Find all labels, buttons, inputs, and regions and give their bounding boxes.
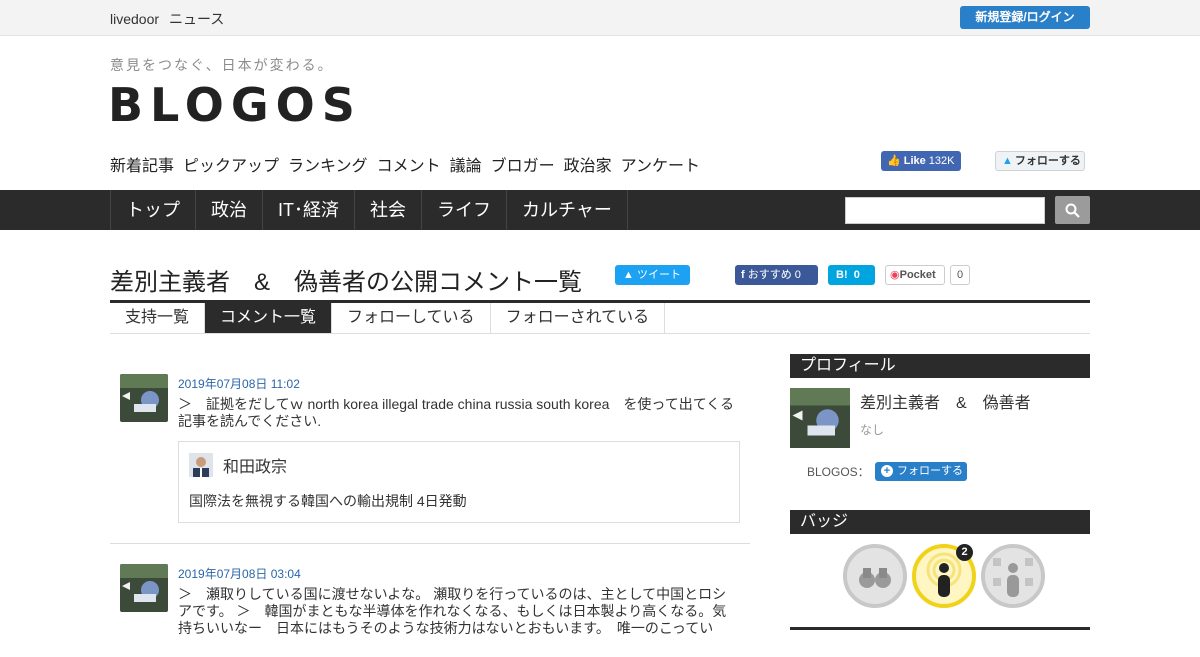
facebook-like-button[interactable]: 👍 Like 132K: [881, 151, 961, 171]
signup-login-button[interactable]: 新規登録/ログイン: [960, 6, 1090, 29]
sidebar: プロフィール 差別主義者 & 偽善者 なし BLOGOS： + フォローする バッ…: [790, 354, 1090, 634]
brand-livedoor: livedoor: [110, 11, 160, 27]
subnav-ranking[interactable]: ランキング: [288, 152, 368, 176]
facebook-recommend-button[interactable]: f おすすめ 0: [735, 265, 818, 285]
twitter-follow-button[interactable]: ▲ フォローする: [995, 151, 1085, 171]
tab-supports[interactable]: 支持一覧: [110, 303, 206, 333]
sub-navigation: 新着記事 ピックアップ ランキング コメント 議論 ブロガー 政治家 アンケート: [110, 152, 700, 176]
tab-following[interactable]: フォローしている: [332, 303, 491, 333]
hatena-label: B!: [836, 269, 848, 281]
profile-name: 差別主義者 & 偽善者: [860, 395, 1031, 412]
search-icon: [1065, 203, 1080, 218]
fb-recommend-label: おすすめ: [747, 269, 792, 281]
title-row: 差別主義者 & 偽善者の公開コメント一覧 ▲ ツイート f おすすめ 0 B! …: [0, 230, 1200, 303]
comment-text: ＞ 瀬取りしている国に渡せないよな。 瀬取りを行っているのは、主として中国とロシ…: [178, 586, 727, 636]
search-input[interactable]: [845, 197, 1045, 224]
comment-date[interactable]: 2019年07月08日 03:04: [178, 564, 750, 584]
nav-politics[interactable]: 政治: [196, 190, 263, 230]
fb-like-count: 132K: [928, 155, 955, 167]
comment-list: 2019年07月08日 11:02 ＞ 証拠をだしてｗ north korea …: [110, 354, 750, 657]
profile-description: なし: [860, 423, 885, 437]
fb-recommend-count: 0: [794, 269, 801, 281]
comment-text: ＞ 証拠をだしてｗ north korea illegal trade chin…: [178, 396, 735, 429]
quoted-author-name: 和田政宗: [223, 459, 288, 476]
hatena-bookmark-button[interactable]: B! 0: [828, 265, 875, 285]
avatar[interactable]: [120, 564, 168, 612]
badge-list: 2: [790, 534, 1090, 634]
nav-it-economy[interactable]: IT･経済: [263, 190, 355, 230]
quoted-headline[interactable]: 国際法を無視する韓国への輸出規制 4日発動: [189, 491, 729, 511]
subnav-bloggers[interactable]: ブロガー: [491, 152, 555, 176]
pocket-button[interactable]: ◉Pocket: [885, 265, 945, 285]
list-item: 2019年07月08日 03:04 ＞ 瀬取りしている国に渡せないよな。 瀬取り…: [110, 544, 750, 657]
avatar[interactable]: [120, 374, 168, 422]
site-header: 意見をつなぐ、日本が変わる。 BLOGOS 新着記事 ピックアップ ランキング …: [0, 36, 1200, 190]
profile-heading: プロフィール: [790, 354, 1090, 378]
subnav-comments[interactable]: コメント: [377, 152, 441, 176]
facebook-icon: f: [741, 269, 745, 281]
tweet-button[interactable]: ▲ ツイート: [615, 265, 690, 285]
social-share-badge-icon[interactable]: [981, 544, 1045, 608]
tab-comments[interactable]: コメント一覧: [205, 303, 333, 333]
search-button[interactable]: [1055, 196, 1090, 224]
nav-culture[interactable]: カルチャー: [507, 190, 628, 230]
livedoor-news-brand[interactable]: livedoor ニュース: [110, 9, 234, 29]
profile-tabs: 支持一覧 コメント一覧 フォローしている フォローされている: [110, 300, 1090, 334]
nav-society[interactable]: 社会: [355, 190, 422, 230]
page-title: 差別主義者 & 偽善者の公開コメント一覧: [110, 269, 583, 296]
main-navigation: トップ 政治 IT･経済 社会 ライフ カルチャー: [0, 190, 1200, 230]
nav-life[interactable]: ライフ: [422, 190, 507, 230]
pocket-count: 0: [950, 265, 970, 285]
avatar[interactable]: [790, 388, 850, 448]
follow-button[interactable]: + フォローする: [875, 462, 967, 481]
pocket-label: Pocket: [899, 269, 936, 281]
tweet-label: ツイート: [636, 269, 681, 281]
twitter-follow-label: フォローする: [1014, 155, 1081, 167]
subnav-discussion[interactable]: 議論: [450, 152, 482, 176]
tab-followers[interactable]: フォローされている: [491, 303, 666, 333]
binoculars-badge-icon[interactable]: [843, 544, 907, 608]
quoted-author: 和田政宗: [189, 453, 729, 477]
badge-count: 2: [956, 544, 973, 561]
subnav-politicians[interactable]: 政治家: [564, 152, 612, 176]
blogos-follow-label: BLOGOS：: [807, 465, 870, 479]
subnav-survey[interactable]: アンケート: [621, 152, 700, 176]
site-tagline: 意見をつなぐ、日本が変わる。: [110, 57, 334, 73]
list-item: 2019年07月08日 11:02 ＞ 証拠をだしてｗ north korea …: [110, 354, 750, 544]
blogos-logo[interactable]: BLOGOS: [108, 78, 362, 132]
plus-icon: +: [881, 465, 893, 477]
author-avatar: [189, 453, 213, 477]
fb-like-label: Like: [903, 155, 926, 167]
pocket-icon: ◉: [890, 269, 900, 281]
profile-card: 差別主義者 & 偽善者 なし BLOGOS： + フォローする: [790, 378, 1090, 510]
subnav-pickup[interactable]: ピックアップ: [183, 152, 279, 176]
quoted-article[interactable]: 和田政宗 国際法を無視する韓国への輸出規制 4日発動: [178, 441, 740, 523]
follow-button-label: フォローする: [897, 465, 963, 477]
nav-top[interactable]: トップ: [111, 190, 196, 230]
twitter-bird-icon: ▲: [1002, 155, 1013, 167]
top-bar: livedoor ニュース 新規登録/ログイン: [0, 0, 1200, 36]
subnav-new-articles[interactable]: 新着記事: [110, 152, 174, 176]
brand-news: ニュース: [169, 11, 225, 27]
comment-date[interactable]: 2019年07月08日 11:02: [178, 374, 750, 394]
hatena-count: 0: [853, 269, 860, 281]
twitter-bird-icon: ▲: [623, 269, 634, 281]
thumbs-up-icon: 👍: [887, 155, 901, 167]
badges-heading: バッジ: [790, 510, 1090, 534]
